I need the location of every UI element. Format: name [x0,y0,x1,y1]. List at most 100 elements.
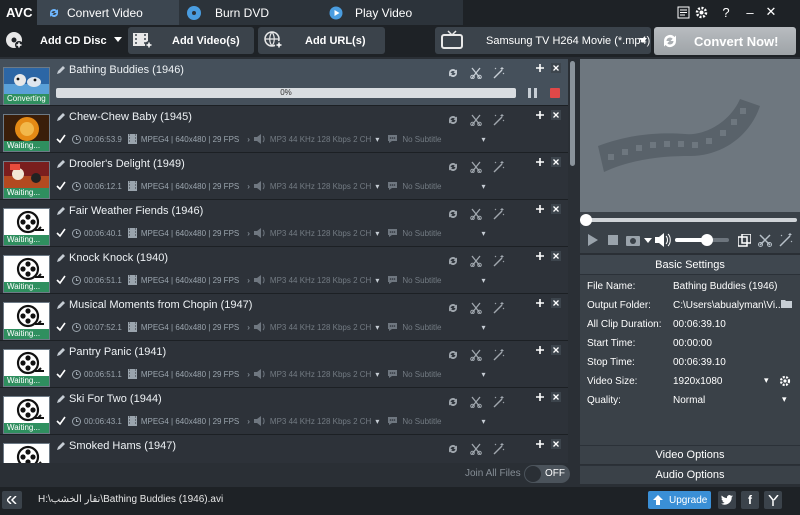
upgrade-button[interactable]: Upgrade [648,491,711,509]
list-scrollbar[interactable] [568,59,578,463]
rename-pencil-icon[interactable] [56,300,66,310]
stop-icon[interactable] [608,235,618,245]
add-segment-plus-icon[interactable] [535,110,547,122]
chevron-down-icon[interactable]: ▾ [375,135,379,144]
selected-checkbox[interactable] [56,228,66,238]
convert-now-button[interactable]: Convert Now! [654,27,796,55]
rename-pencil-icon[interactable] [56,394,66,404]
file-row[interactable]: Converting Bathing Buddies (1946) 0% [0,59,568,106]
file-row[interactable]: Waiting... Chew-Chew Baby (1945) 00:06:53.… [0,106,568,153]
chevron-down-icon[interactable]: ▾ [375,323,379,332]
rename-pencil-icon[interactable] [56,347,66,357]
setting-value[interactable]: 00:00:00 [673,338,712,349]
remove-file-icon[interactable] [551,298,563,310]
folder-open-icon[interactable] [781,299,793,309]
selected-checkbox[interactable] [56,369,66,379]
close-button[interactable]: ✕ [763,3,779,21]
minimize-button[interactable]: – [742,3,758,21]
chevron-down-icon[interactable]: ▾ [481,276,485,285]
chevron-down-icon[interactable]: ▾ [375,370,379,379]
rename-pencil-icon[interactable] [56,112,66,122]
chevron-down-icon[interactable]: ▾ [481,182,485,191]
remove-file-icon[interactable] [551,345,563,357]
subtitle-select[interactable]: No Subtitle [402,276,441,285]
volume-icon[interactable] [655,233,671,247]
setting-value[interactable]: Normal [673,395,705,406]
seek-handle[interactable] [580,214,592,226]
refresh-icon[interactable] [447,349,459,361]
tab-play-video[interactable]: Play Video [321,0,463,25]
selected-checkbox[interactable] [56,275,66,285]
pause-icon[interactable] [528,88,537,98]
setting-value[interactable]: 1920x1080 [673,376,723,387]
file-row[interactable]: Waiting... Knock Knock (1940) 00:06:51.1 MP… [0,247,568,294]
effects-icon[interactable] [493,67,505,79]
file-row[interactable]: Waiting... Ski For Two (1944) 00:06:43.1 MP… [0,388,568,435]
cut-icon[interactable] [470,349,482,361]
twitter-button[interactable] [718,491,736,509]
snapshot-icon[interactable] [626,234,642,246]
cut-icon[interactable] [470,396,482,408]
cut-icon[interactable] [470,208,482,220]
selected-checkbox[interactable] [56,416,66,426]
setting-value[interactable]: C:\Users\abualyman\Vi... [673,300,783,311]
chevron-down-icon[interactable]: ▾ [375,417,379,426]
remove-file-icon[interactable] [551,157,563,169]
add-segment-plus-icon[interactable] [535,204,547,216]
chevron-down-icon[interactable]: ▾ [481,323,485,332]
effects-icon[interactable] [493,443,505,455]
audio-track-select[interactable]: MP3 44 KHz 128 Kbps 2 CH [270,229,371,238]
refresh-icon[interactable] [447,208,459,220]
cut-icon[interactable] [470,443,482,455]
video-options-button[interactable]: Video Options [580,445,800,464]
add-segment-plus-icon[interactable] [535,251,547,263]
refresh-icon[interactable] [447,67,459,79]
remove-file-icon[interactable] [551,439,563,451]
chevron-down-icon[interactable]: ▾ [375,229,379,238]
effects-icon[interactable] [493,255,505,267]
cut-icon[interactable] [470,67,482,79]
volume-handle[interactable] [701,234,714,246]
add-url-button[interactable]: Add URL(s) [258,27,385,54]
effects-icon[interactable] [493,349,505,361]
chevron-down-icon[interactable]: ▾ [481,135,485,144]
crop-icon[interactable] [738,234,751,247]
effects-icon[interactable] [493,161,505,173]
remove-file-icon[interactable] [551,204,563,216]
chevron-down-icon[interactable] [644,238,652,243]
facebook-button[interactable]: f [741,491,759,509]
refresh-icon[interactable] [447,255,459,267]
audio-track-select[interactable]: MP3 44 KHz 128 Kbps 2 CH [270,417,371,426]
subtitle-select[interactable]: No Subtitle [402,135,441,144]
chevron-down-icon[interactable]: ▾ [481,370,485,379]
cut-icon[interactable] [470,255,482,267]
refresh-icon[interactable] [447,114,459,126]
add-video-button[interactable]: Add Video(s) [128,27,254,54]
rename-pencil-icon[interactable] [56,65,66,75]
effects-icon[interactable] [493,396,505,408]
subtitle-select[interactable]: No Subtitle [402,370,441,379]
file-row[interactable]: Waiting... Musical Moments from Chopin (1… [0,294,568,341]
subtitle-select[interactable]: No Subtitle [402,229,441,238]
volume-slider[interactable] [675,234,729,246]
setting-value[interactable]: 00:06:39.10 [673,357,726,368]
selected-checkbox[interactable] [56,181,66,191]
play-icon[interactable] [588,234,598,246]
effects-icon[interactable] [493,114,505,126]
tab-burn-dvd[interactable]: Burn DVD [179,0,321,25]
selected-checkbox[interactable] [56,322,66,332]
refresh-icon[interactable] [447,396,459,408]
chevron-down-icon[interactable]: ▾ [782,394,787,405]
gear-icon[interactable] [779,375,791,387]
tab-convert-video[interactable]: Convert Video [37,0,179,25]
audio-track-select[interactable]: MP3 44 KHz 128 Kbps 2 CH [270,276,371,285]
subtitle-select[interactable]: No Subtitle [402,182,441,191]
collapse-button[interactable] [2,491,22,509]
file-row[interactable]: Waiting... Drooler's Delight (1949) 00:06:… [0,153,568,200]
add-segment-plus-icon[interactable] [535,439,547,451]
audio-track-select[interactable]: MP3 44 KHz 128 Kbps 2 CH [270,182,371,191]
remove-file-icon[interactable] [551,392,563,404]
chevron-down-icon[interactable]: ▾ [481,229,485,238]
rename-pencil-icon[interactable] [56,441,66,451]
join-toggle[interactable]: OFF [524,465,570,483]
